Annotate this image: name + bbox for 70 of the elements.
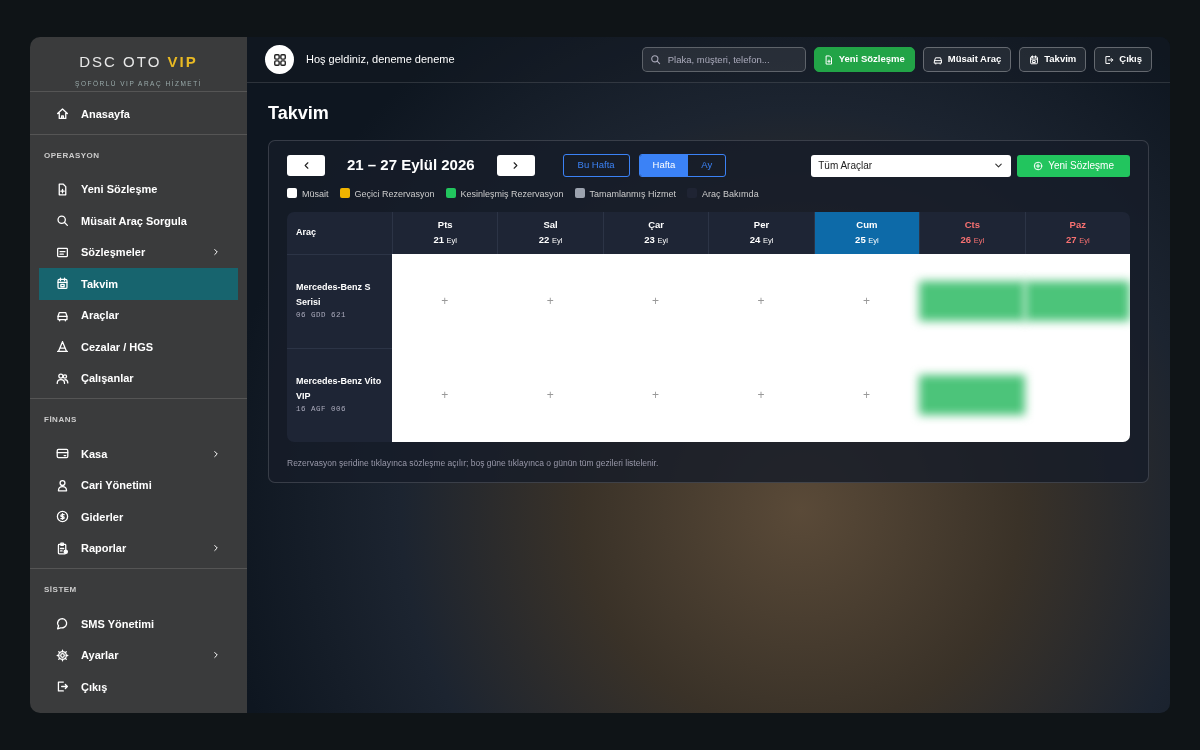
settings-icon [56, 648, 69, 662]
plus-circle-icon [1033, 160, 1044, 171]
view-toggle-button[interactable]: Ay [688, 155, 726, 176]
coin-icon [56, 510, 69, 524]
document-icon [823, 54, 834, 65]
top-bar-button[interactable]: Müsait Araç [922, 47, 1012, 72]
reservation-bar[interactable] [919, 280, 1025, 321]
sidebar-item[interactable]: Müsait Araç Sorgula [39, 205, 238, 237]
sidebar-item[interactable]: Giderler [39, 501, 238, 533]
sidebar-item[interactable]: Raporlar [39, 532, 238, 564]
section-label: OPERASYON [43, 149, 101, 162]
reservation-bar[interactable] [1024, 280, 1130, 321]
logout-icon [1104, 54, 1115, 65]
search-icon [56, 214, 69, 228]
section-label: FİNANS [43, 414, 78, 426]
calendar-icon [56, 277, 69, 291]
page-title: Takvim [268, 102, 329, 125]
user-icon [56, 478, 69, 492]
legend-item: Kesinleşmiş Rezervasyon [445, 188, 564, 202]
chevron-down-icon [993, 160, 1005, 171]
legend-item: Araç Bakımda [687, 188, 759, 202]
legend-item: Tamamlanmış Hizmet [574, 188, 677, 202]
document-icon [56, 182, 69, 196]
calendar-icon [1029, 54, 1040, 65]
top-bar-button[interactable]: Çıkış [1094, 47, 1152, 72]
sidebar-item[interactable]: Kasa [39, 438, 238, 470]
sidebar-item[interactable]: Cezalar / HGS [39, 331, 238, 363]
menu-toggle-button[interactable] [265, 45, 294, 74]
this-week-button[interactable]: Bu Hafta [562, 154, 630, 177]
previous-week-button[interactable] [287, 155, 325, 176]
top-bar-button[interactable]: Takvim [1019, 47, 1087, 72]
reservation-bar[interactable] [919, 374, 1025, 415]
vehicle-select[interactable]: Tüm Araçlar [811, 154, 1012, 177]
grid-icon [272, 52, 287, 67]
vehicle-name: Mercedes-Benz S Serisi [296, 281, 372, 310]
search-icon [649, 54, 661, 65]
chevron-right-icon [211, 247, 221, 258]
sidebar-item[interactable]: Takvim [39, 268, 238, 300]
date-range-title: 21 – 27 Eylül 2026 [347, 155, 475, 176]
column-header: Araç [287, 211, 392, 254]
users-icon [56, 371, 69, 385]
section-label: SİSTEM [43, 584, 78, 596]
car-icon [932, 54, 943, 65]
legend-item: Geçici Rezervasyon [339, 188, 435, 202]
view-toggle-button[interactable]: Hafta [639, 155, 689, 176]
chat-bubble-icon [56, 617, 69, 631]
home-icon [56, 107, 69, 121]
help-text: Rezervasyon şeridine tıklayınca sözleşme açılır; boş güne tıklayınca o günün tüm gezileri listelenir. [287, 456, 659, 470]
legend-item: Müsait [287, 188, 329, 202]
sidebar-item[interactable]: Yeni Sözleşme [39, 173, 238, 205]
document-list-icon [56, 245, 69, 259]
sidebar-item[interactable]: Çalışanlar [39, 362, 238, 394]
road-sign-icon [56, 340, 69, 354]
sidebar-item[interactable]: Sözleşmeler [39, 236, 238, 268]
greeting-text: Hoş geldiniz, deneme deneme [306, 52, 455, 68]
sidebar-item[interactable]: Araçlar [39, 299, 238, 331]
sidebar-item[interactable]: Ayarlar [39, 639, 238, 671]
sidebar-item[interactable]: Anasayfa [39, 98, 238, 130]
card-icon [56, 447, 69, 461]
logout-icon [56, 680, 69, 694]
sidebar-item[interactable]: SMS Yönetimi [39, 608, 238, 640]
sidebar-item[interactable]: Cari Yönetimi [39, 469, 238, 501]
clipboard-icon [56, 541, 69, 555]
sidebar-item[interactable]: Çıkış [39, 671, 238, 703]
chevron-right-icon [211, 448, 221, 459]
brand-logo: DSC OTO VIP [78, 52, 199, 72]
next-week-button[interactable] [496, 155, 535, 176]
chevron-right-icon [211, 543, 221, 554]
vehicle-name: Mercedes-Benz Vito VIP [296, 375, 383, 404]
chevron-right-icon [211, 650, 221, 661]
